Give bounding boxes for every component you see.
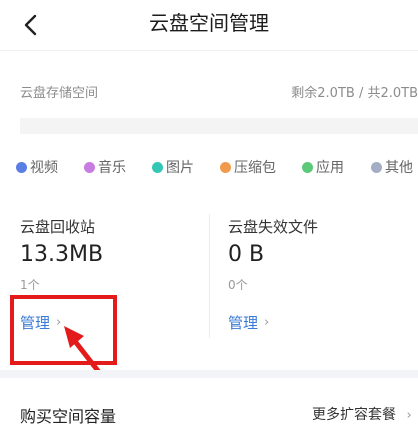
page-title: 云盘空间管理	[149, 11, 269, 35]
recycle-bin-manage-label: 管理	[20, 314, 51, 332]
invalid-files-size: 0 B	[228, 242, 265, 267]
legend-dot-other	[371, 161, 382, 173]
header-divider	[0, 50, 418, 51]
legend-item-video: 视频	[16, 157, 58, 177]
storage-usage-bar	[20, 118, 418, 134]
legend-item-music: 音乐	[84, 157, 126, 177]
legend-label-other: 其他	[385, 160, 413, 176]
chevron-right-icon: ›	[264, 315, 270, 330]
legend-label-images: 图片	[166, 160, 194, 176]
legend-item-other: 其他	[371, 157, 413, 177]
recycle-bin-card: 云盘回收站 13.3MB 1个 管理 ›	[20, 212, 210, 342]
legend-dot-music	[84, 161, 95, 173]
legend-item-images: 图片	[152, 157, 194, 177]
storage-summary-row: 云盘存储空间 剩余2.0TB / 共2.0TB	[20, 82, 418, 102]
invalid-files-count: 0个	[228, 278, 248, 292]
legend-dot-apps	[302, 161, 313, 173]
recycle-bin-manage-link[interactable]: 管理 ›	[20, 312, 61, 333]
legend-label-music: 音乐	[98, 160, 126, 176]
chevron-right-icon: ›	[56, 315, 62, 330]
top-bar: 云盘空间管理	[0, 0, 418, 50]
more-plans-label: 更多扩容套餐	[312, 407, 396, 423]
legend-item-archives: 压缩包	[220, 157, 276, 177]
recycle-bin-count: 1个	[20, 278, 40, 292]
legend-dot-archives	[220, 161, 231, 173]
storage-legend: 视频 音乐 图片 压缩包 应用 其他	[16, 157, 418, 177]
legend-label-video: 视频	[30, 160, 58, 176]
legend-dot-video	[16, 161, 27, 173]
legend-label-archives: 压缩包	[234, 160, 276, 176]
legend-dot-images	[152, 161, 163, 173]
purchase-row[interactable]: 购买空间容量 更多扩容套餐 ›	[0, 378, 418, 440]
legend-item-apps: 应用	[302, 157, 344, 177]
purchase-title: 购买空间容量	[20, 407, 117, 426]
card-divider	[209, 214, 210, 338]
storage-summary: 剩余2.0TB / 共2.0TB	[291, 86, 418, 101]
chevron-right-icon: ›	[406, 408, 412, 423]
invalid-files-title: 云盘失效文件	[228, 218, 319, 236]
storage-label: 云盘存储空间	[20, 86, 99, 101]
invalid-files-card: 云盘失效文件 0 B 0个 管理 ›	[228, 212, 418, 342]
section-gap	[0, 370, 418, 378]
recycle-bin-title: 云盘回收站	[20, 218, 96, 236]
recycle-bin-size: 13.3MB	[20, 242, 104, 267]
more-plans-link[interactable]: 更多扩容套餐 ›	[312, 404, 412, 424]
invalid-files-manage-label: 管理	[228, 314, 259, 332]
legend-label-apps: 应用	[316, 160, 344, 176]
invalid-files-manage-link[interactable]: 管理 ›	[228, 312, 269, 333]
